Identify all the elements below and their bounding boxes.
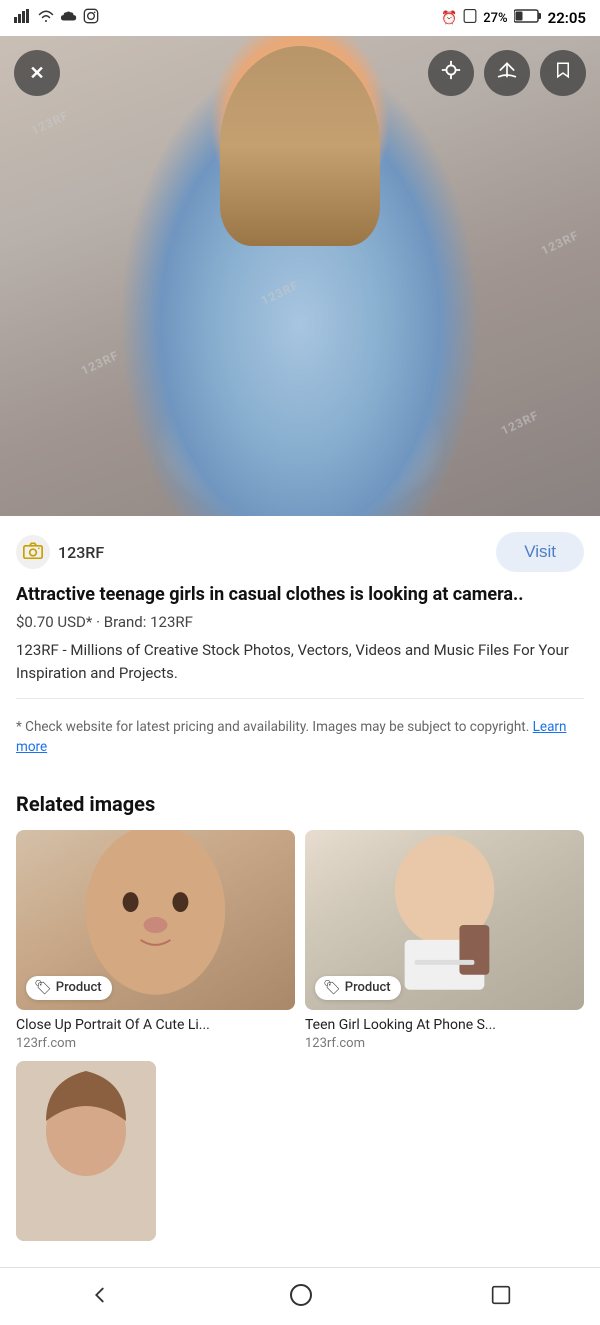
price-brand: $0.70 USD* · Brand: 123RF [16, 613, 584, 631]
badge-label-1: Product [56, 980, 102, 995]
divider [16, 698, 584, 699]
dot-separator: · [96, 613, 104, 631]
related-image-2: 🏷 Product [305, 830, 584, 1010]
badge-label-2: Product [345, 980, 391, 995]
price: $0.70 USD* [16, 613, 92, 631]
cloud-icon [60, 9, 78, 27]
visit-button[interactable]: Visit [496, 532, 584, 572]
share-button[interactable] [484, 50, 530, 96]
related-source-1: 123rf.com [16, 1036, 295, 1051]
related-item-1[interactable]: 🏷 Product Close Up Portrait Of A Cute Li… [16, 830, 295, 1051]
product-badge-1: 🏷 Product [26, 976, 112, 1000]
alarm-icon: ⏰ [441, 11, 457, 26]
hero-image: 123RF 123RF 123RF 123RF 123RF ✕ [0, 36, 600, 516]
related-grid: 🏷 Product Close Up Portrait Of A Cute Li… [16, 830, 584, 1051]
related-source-2: 123rf.com [305, 1036, 584, 1051]
info-section: 123RF Visit Attractive teenage girls in … [0, 516, 600, 776]
brand-left: 123RF [16, 535, 104, 569]
battery-text: 27% [483, 11, 507, 26]
product-badge-2: 🏷 Product [315, 976, 401, 1000]
description: 123RF - Millions of Creative Stock Photo… [16, 639, 584, 684]
status-right: ⏰ 27% 22:05 [441, 9, 586, 27]
related-section: Related images 🏷 Product [0, 776, 600, 1257]
related-caption-2: Teen Girl Looking At Phone S... [305, 1016, 584, 1034]
action-buttons [428, 50, 586, 96]
brand-label: Brand: 123RF [104, 613, 193, 631]
bookmark-icon [554, 59, 572, 87]
recent-apps-button[interactable] [471, 1275, 531, 1318]
tag-icon-2: 🏷 [323, 980, 341, 996]
scan-icon [440, 59, 462, 87]
brand-row: 123RF Visit [16, 532, 584, 572]
related-caption-1: Close Up Portrait Of A Cute Li... [16, 1016, 295, 1034]
disclaimer: * Check website for latest pricing and a… [16, 709, 584, 766]
product-title: Attractive teenage girls in casual cloth… [16, 582, 584, 607]
close-button[interactable]: ✕ [14, 50, 60, 96]
close-icon: ✕ [29, 63, 44, 84]
share-icon [497, 59, 517, 87]
battery-icon [514, 9, 542, 27]
camera-icon [23, 541, 43, 563]
recent-icon [491, 1285, 511, 1308]
disclaimer-text: * Check website for latest pricing and a… [16, 719, 529, 735]
scan-button[interactable] [428, 50, 474, 96]
signal-icon [14, 9, 32, 27]
instagram-icon [83, 8, 99, 28]
bottom-nav [0, 1267, 600, 1325]
time-display: 22:05 [548, 9, 586, 27]
related-item-2[interactable]: 🏷 Product Teen Girl Looking At Phone S..… [305, 830, 584, 1051]
back-button[interactable] [69, 1274, 131, 1319]
bookmark-button[interactable] [540, 50, 586, 96]
related-row-2 [16, 1061, 584, 1241]
brand-name: 123RF [58, 543, 104, 562]
tag-icon-1: 🏷 [34, 980, 52, 996]
status-bar: ⏰ 27% 22:05 [0, 0, 600, 36]
related-item-3-partial[interactable] [16, 1061, 156, 1241]
hero-actions: ✕ [14, 50, 586, 96]
home-button[interactable] [269, 1273, 333, 1320]
related-title: Related images [16, 792, 584, 816]
home-icon [289, 1283, 313, 1310]
brand-icon [16, 535, 50, 569]
wifi-icon [37, 9, 55, 27]
back-icon [89, 1284, 111, 1309]
status-left [14, 8, 99, 28]
phone-icon [463, 9, 477, 27]
related-image-1: 🏷 Product [16, 830, 295, 1010]
